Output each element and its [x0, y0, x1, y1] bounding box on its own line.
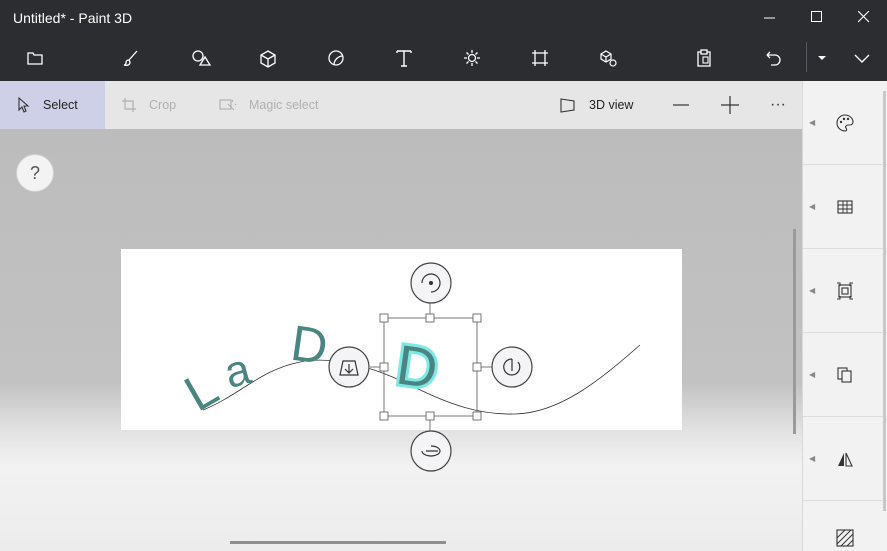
vertical-scrollbar[interactable] — [793, 229, 796, 434]
crop-label: Crop — [149, 98, 177, 112]
selection-toolbar: Select Crop Magic select 3D view ··· — [0, 81, 802, 129]
effects-icon — [464, 50, 480, 66]
maximize-button[interactable] — [794, 0, 840, 34]
select-tool-button[interactable]: Select — [0, 81, 105, 129]
3d-view-button[interactable]: 3D view — [559, 81, 633, 129]
more-icon: ··· — [770, 96, 786, 113]
zoom-out-button[interactable] — [673, 81, 701, 129]
main-toolbar — [0, 34, 887, 81]
minimize-icon — [764, 17, 775, 19]
copy-icon — [837, 367, 852, 383]
text-button[interactable] — [390, 44, 418, 72]
select-label: Select — [43, 98, 78, 112]
texture-icon — [836, 529, 854, 547]
undo-icon — [766, 51, 781, 66]
title-bar: Untitled* - Paint 3D — [0, 0, 887, 34]
flip-icon — [838, 452, 853, 467]
panel-scrollbar[interactable] — [883, 91, 886, 511]
minimize-button[interactable] — [747, 0, 793, 34]
panel-item-canvas-frame[interactable]: ◀ — [803, 249, 887, 333]
resize-handle-bottom[interactable] — [425, 411, 435, 421]
caret-left-icon: ◀ — [809, 370, 816, 379]
close-button[interactable] — [841, 0, 887, 34]
caret-left-icon: ◀ — [809, 454, 816, 463]
paste-button[interactable] — [690, 44, 718, 72]
resize-handle-top[interactable] — [425, 313, 435, 323]
3d-shapes-button[interactable] — [254, 44, 282, 72]
2d-shapes-icon — [192, 50, 212, 66]
window-title: Untitled* - Paint 3D — [13, 10, 133, 26]
resize-handle-right[interactable] — [472, 362, 482, 372]
rotate-x-control[interactable] — [410, 430, 452, 472]
resize-handle-br[interactable] — [472, 411, 482, 421]
palette-icon — [836, 114, 854, 132]
panel-item-copy[interactable]: ◀ — [803, 333, 887, 417]
undo-button[interactable] — [758, 44, 786, 72]
caret-left-icon: ◀ — [809, 286, 816, 295]
caret-down-icon — [818, 56, 826, 60]
plus-icon — [721, 96, 739, 114]
text-icon — [396, 50, 412, 67]
panel-item-palette[interactable]: ◀ — [803, 81, 887, 165]
menu-button[interactable] — [21, 44, 49, 72]
canvas-area: L a D e D — [0, 129, 802, 551]
folder-icon — [27, 52, 43, 65]
panel-item-texture[interactable] — [803, 501, 887, 551]
canvas-icon — [532, 50, 548, 66]
panel-item-grid[interactable]: ◀ — [803, 165, 887, 249]
paste-icon — [697, 49, 711, 67]
caret-left-icon: ◀ — [809, 118, 816, 127]
2d-shapes-button[interactable] — [186, 44, 214, 72]
canvas-scene: L a D e D — [121, 249, 682, 472]
effects-button[interactable] — [458, 44, 486, 72]
letter-D: D — [288, 315, 332, 375]
3d-shapes-icon — [260, 50, 276, 68]
rotate-y-control[interactable] — [491, 346, 533, 388]
maximize-icon — [811, 11, 822, 22]
crop-button[interactable]: Crop — [121, 81, 176, 129]
minus-icon — [673, 104, 689, 106]
pointer-icon — [18, 97, 30, 113]
brush-icon — [123, 50, 138, 67]
magic-select-label: Magic select — [249, 98, 319, 112]
resize-handle-tr[interactable] — [472, 313, 482, 323]
grid-icon — [837, 200, 853, 214]
3d-library-button[interactable] — [594, 44, 622, 72]
horizontal-scrollbar[interactable] — [230, 541, 446, 544]
expand-toolbar-button[interactable] — [848, 44, 876, 72]
stickers-icon — [328, 50, 344, 66]
rotate-z-control[interactable] — [410, 262, 452, 304]
resize-handle-left[interactable] — [379, 362, 389, 372]
more-button[interactable]: ··· — [770, 81, 786, 129]
3d-library-icon — [600, 50, 617, 67]
help-button[interactable]: ? — [16, 154, 54, 192]
canvas-frame-icon — [837, 282, 853, 300]
chevron-down-icon — [854, 54, 870, 63]
right-side-panel: ◀ ◀ ◀ ◀ ◀ — [802, 81, 887, 551]
3d-view-label: 3D view — [589, 98, 634, 112]
magic-select-icon — [219, 99, 237, 111]
caret-left-icon: ◀ — [809, 202, 816, 211]
zoom-in-button[interactable] — [721, 81, 751, 129]
history-dropdown-button[interactable] — [808, 44, 836, 72]
help-icon: ? — [29, 163, 40, 183]
resize-handle-bl[interactable] — [379, 411, 389, 421]
brushes-button[interactable] — [117, 44, 145, 72]
resize-handle-tl[interactable] — [379, 313, 389, 323]
magic-select-button[interactable]: Magic select — [219, 81, 318, 129]
canvas-button[interactable] — [526, 44, 554, 72]
panel-item-flip[interactable]: ◀ — [803, 417, 887, 501]
close-icon — [858, 11, 870, 23]
toolbar-divider — [806, 42, 807, 72]
crop-icon — [122, 98, 136, 112]
3d-view-icon — [560, 98, 575, 113]
push-depth-control[interactable] — [328, 346, 370, 388]
stickers-button[interactable] — [322, 44, 350, 72]
